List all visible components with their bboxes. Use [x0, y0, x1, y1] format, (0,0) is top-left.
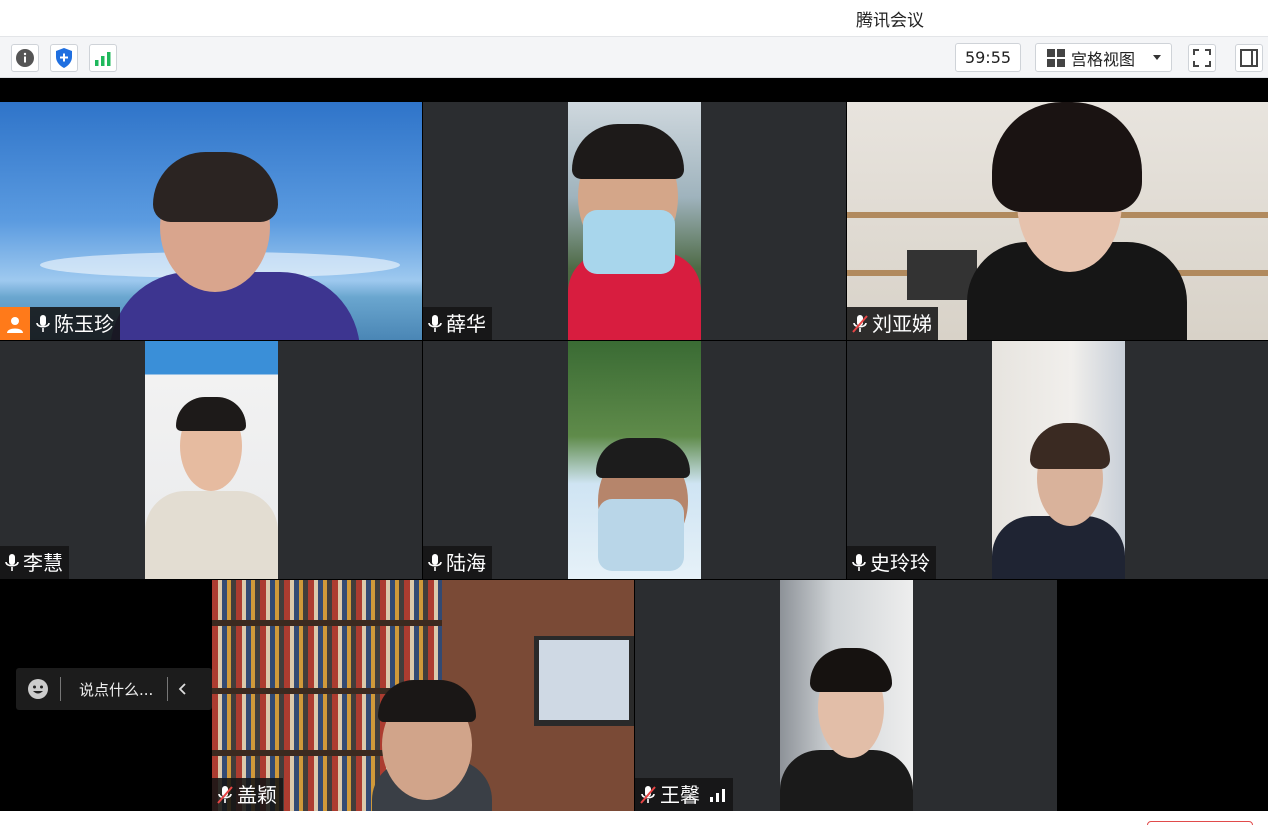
microphone-muted-icon: [640, 785, 656, 804]
meeting-toolbar: 59:55 宫格视图: [0, 36, 1268, 78]
participant-name: 盖颖: [237, 782, 277, 807]
participant-nameplate: 薛华: [423, 307, 492, 340]
emoji-icon[interactable]: [16, 678, 60, 700]
fullscreen-icon: [1193, 49, 1211, 67]
host-person-icon: [7, 316, 23, 333]
signal-bars-icon: [95, 52, 111, 66]
participant-name: 薛华: [446, 311, 486, 336]
signal-bars-icon: [710, 788, 725, 802]
participant-name: 王馨: [660, 782, 700, 807]
video-tile-chen-yuzhen[interactable]: 陈玉珍: [0, 102, 422, 340]
view-mode-label: 宫格视图: [1071, 49, 1136, 69]
microphone-icon: [428, 314, 442, 332]
microphone-muted-icon: [217, 785, 233, 804]
info-icon: [16, 49, 34, 67]
meeting-info-button[interactable]: [11, 44, 39, 72]
video-grid: 陈玉珍 薛华 刘亚娣 李慧 陆海 史玲玲 盖颖 王馨 说点什么...: [0, 78, 1268, 811]
video-tile-liu-yadi[interactable]: 刘亚娣: [847, 102, 1268, 340]
video-tile-li-hui[interactable]: 李慧: [0, 341, 422, 579]
host-badge: [0, 307, 30, 340]
participant-name: 陈玉珍: [54, 311, 114, 336]
participant-nameplate: 盖颖: [212, 778, 283, 811]
meeting-timer: 59:55: [955, 43, 1021, 72]
window-title: 腾讯会议: [856, 11, 924, 31]
participant-video: [0, 102, 422, 340]
chevron-left-icon[interactable]: [168, 682, 198, 696]
sidebar-toggle-button[interactable]: [1235, 44, 1263, 72]
microphone-icon: [36, 314, 50, 332]
window-titlebar: 腾讯会议: [0, 0, 1268, 36]
grid-view-icon: [1047, 48, 1065, 67]
participant-name: 陆海: [446, 550, 486, 575]
participant-nameplate: 陆海: [423, 546, 492, 579]
video-tile-shi-lingling[interactable]: 史玲玲: [847, 341, 1268, 579]
participant-video: [212, 580, 634, 811]
security-button[interactable]: [50, 44, 78, 72]
chat-input-placeholder[interactable]: 说点什么...: [61, 679, 167, 700]
chat-quick-bar[interactable]: 说点什么...: [16, 668, 212, 710]
microphone-icon: [852, 553, 866, 571]
participant-video: [780, 580, 913, 811]
participant-video: [992, 341, 1125, 579]
participant-video: [145, 341, 278, 579]
network-status-button[interactable]: [89, 44, 117, 72]
view-mode-dropdown[interactable]: 宫格视图: [1035, 43, 1172, 72]
microphone-icon: [428, 553, 442, 571]
bottom-control-bar: [0, 811, 1268, 825]
participant-nameplate: 王馨: [635, 778, 733, 811]
participant-nameplate: 陈玉珍: [0, 307, 120, 340]
participant-nameplate: 史玲玲: [847, 546, 936, 579]
participant-name: 史玲玲: [870, 550, 930, 575]
video-tile-gai-ying[interactable]: 盖颖: [212, 580, 634, 811]
participant-nameplate: 李慧: [0, 546, 69, 579]
participant-video: [847, 102, 1268, 340]
participant-video: [568, 102, 701, 340]
microphone-muted-icon: [852, 314, 868, 333]
sidebar-toggle-icon: [1240, 49, 1258, 67]
video-tile-wang-xin[interactable]: 王馨: [635, 580, 1057, 811]
participant-name: 李慧: [23, 550, 63, 575]
participant-name: 刘亚娣: [872, 311, 932, 336]
chevron-down-icon: [1153, 55, 1161, 60]
leave-meeting-button[interactable]: [1147, 821, 1253, 825]
shield-icon: [56, 48, 72, 68]
participant-video: [568, 341, 701, 579]
video-tile-lu-hai[interactable]: 陆海: [423, 341, 846, 579]
video-tile-xue-hua[interactable]: 薛华: [423, 102, 846, 340]
fullscreen-button[interactable]: [1188, 44, 1216, 72]
microphone-icon: [5, 553, 19, 571]
participant-nameplate: 刘亚娣: [847, 307, 938, 340]
